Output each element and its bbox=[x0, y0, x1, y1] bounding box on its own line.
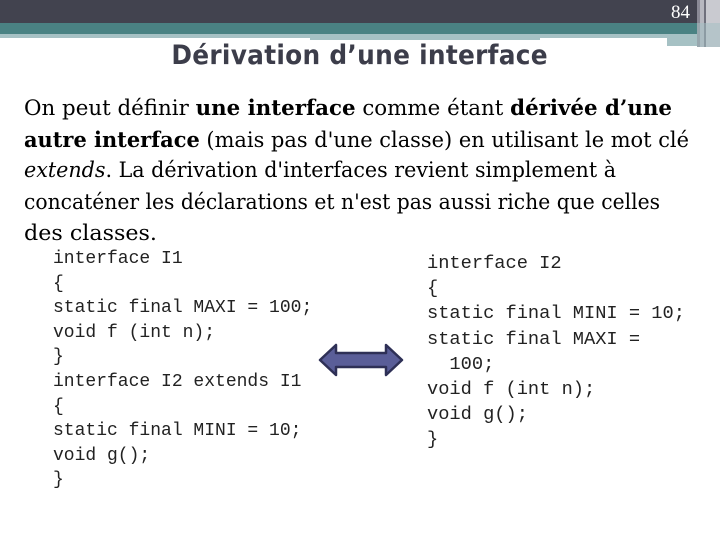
body-line-text: extends. La dérivation d'interfaces revi… bbox=[24, 155, 616, 187]
text-segment: (mais pas d'une classe) en utilisant le … bbox=[199, 127, 689, 152]
code-line: static final MINI = 10; bbox=[427, 302, 685, 325]
code-line: void f (int n); bbox=[53, 322, 216, 343]
code-block-right: interface I2 {static final MINI = 10; stat… bbox=[427, 251, 685, 453]
bold-text: autre interface bbox=[24, 126, 200, 152]
body-line-text: des classes. bbox=[24, 218, 157, 250]
slide-number: 84 bbox=[671, 2, 690, 23]
header-dark-band bbox=[0, 0, 697, 23]
code-line: void f (int n); bbox=[427, 377, 596, 400]
slide-title-text: Dérivation d’une interface bbox=[171, 40, 549, 71]
body-line: extends. La dérivation d'interfaces revi… bbox=[24, 155, 704, 187]
code-line: static final MINI = 10; bbox=[53, 421, 302, 442]
body-line-text: concaténer les déclarations et n'est pas… bbox=[24, 187, 660, 219]
code-line: interface I1 bbox=[53, 249, 183, 269]
code-line: interface I2 extends I1 bbox=[53, 371, 302, 392]
double-arrow-shape bbox=[318, 343, 404, 377]
code-line: { bbox=[53, 273, 64, 294]
slide-title: Dérivation d’une interface bbox=[0, 38, 720, 74]
body-paragraph: On peut définir une interface comme étan… bbox=[24, 92, 704, 250]
code-block-left: interface I1 { static final MAXI = 100; voi… bbox=[53, 247, 312, 493]
code-line: { bbox=[427, 277, 439, 300]
double-arrow-icon bbox=[318, 343, 404, 377]
header-teal-band bbox=[0, 23, 697, 34]
body-line: des classes. bbox=[24, 218, 704, 250]
code-line: { bbox=[53, 396, 64, 417]
italic-text: extends bbox=[24, 158, 106, 182]
body-line-text: On peut définir une interface comme étan… bbox=[24, 92, 672, 125]
bold-text: dérivée d’une bbox=[510, 95, 672, 120]
code-line: static final MAXI = 100; bbox=[53, 298, 313, 319]
text-segment: concaténer les déclarations et n'est pas… bbox=[24, 189, 660, 214]
body-line: On peut définir une interface comme étan… bbox=[24, 92, 704, 124]
body-line-text: autre interface (mais pas d'une classe) … bbox=[24, 124, 689, 157]
bold-text: une interface bbox=[195, 95, 356, 120]
code-line: } bbox=[53, 347, 64, 368]
code-line: static final MAXI = bbox=[427, 327, 641, 350]
text-segment: des classes. bbox=[24, 221, 157, 245]
text-segment: comme étant bbox=[355, 96, 511, 120]
code-line: void g(); bbox=[53, 445, 151, 466]
code-line: void g(); bbox=[427, 403, 528, 426]
body-line: autre interface (mais pas d'une classe) … bbox=[24, 124, 704, 156]
text-segment: On peut définir bbox=[24, 96, 196, 120]
code-line: interface I2 bbox=[427, 252, 562, 274]
text-segment: . La dérivation d'interfaces revient sim… bbox=[105, 158, 617, 182]
code-line: } bbox=[53, 470, 64, 491]
code-line: 100; bbox=[427, 352, 495, 375]
body-line: concaténer les déclarations et n'est pas… bbox=[24, 187, 704, 219]
code-line: } bbox=[427, 428, 439, 451]
